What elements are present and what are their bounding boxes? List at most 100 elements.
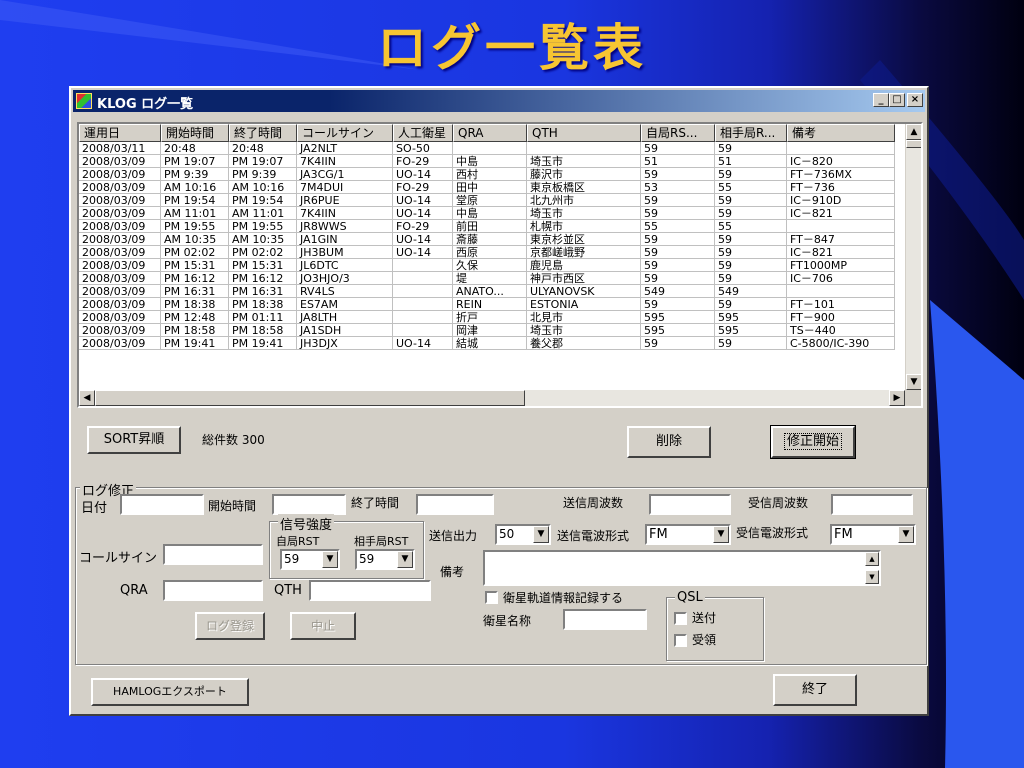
table-cell: PM 18:38 <box>161 298 229 311</box>
table-cell: PM 16:31 <box>161 285 229 298</box>
table-row[interactable]: 2008/03/09 PM 19:55 PM 19:55 JR8WWS FO-29 前田札… <box>79 220 895 233</box>
table-row[interactable]: 2008/03/09 PM 19:41 PM 19:41 JH3DJX UO-14 結城養… <box>79 337 895 350</box>
end-time-field[interactable] <box>416 494 494 515</box>
table-cell: 595 <box>641 324 715 337</box>
scroll-left-icon[interactable]: ◀ <box>79 390 95 406</box>
rx-freq-label: 受信周波数 <box>748 496 809 510</box>
start-time-field[interactable] <box>272 494 346 515</box>
table-row[interactable]: 2008/03/09 AM 10:35 AM 10:35 JA1GIN UO-14 斎藤東… <box>79 233 895 246</box>
my-rst-select[interactable]: 59 ▼ <box>280 549 340 570</box>
horizontal-scroll-thumb[interactable] <box>95 390 525 406</box>
table-cell: PM 01:11 <box>229 311 297 324</box>
chevron-down-icon[interactable]: ▼ <box>898 526 914 543</box>
table-cell: 53 <box>641 181 715 194</box>
sort-button[interactable]: SORT昇順 <box>87 426 181 454</box>
table-cell: 田中 <box>453 181 527 194</box>
table-row[interactable]: 2008/03/09 PM 19:07 PM 19:07 7K4IIN FO-29 中島埼… <box>79 155 895 168</box>
column-header[interactable]: 自局RS... <box>641 124 715 142</box>
exit-button[interactable]: 終了 <box>773 674 857 706</box>
log-register-button[interactable]: ログ登録 <box>195 612 265 640</box>
rx-mode-select[interactable]: FM ▼ <box>830 524 916 545</box>
scroll-down-icon[interactable]: ▼ <box>906 374 921 390</box>
horizontal-scrollbar[interactable]: ◀ ▶ <box>79 390 905 406</box>
satellite-record-checkbox[interactable] <box>485 591 498 604</box>
table-cell: IC－821 <box>787 246 895 259</box>
table-cell: 2008/03/09 <box>79 298 161 311</box>
table-row[interactable]: 2008/03/09 AM 10:16 AM 10:16 7M4DUI FO-29 田中東… <box>79 181 895 194</box>
log-list[interactable]: 運用日 開始時間 終了時間 コールサイン 人工衛星 QRA QTH 自局RS... 相手局R..… <box>77 122 923 408</box>
chevron-down-icon[interactable]: ▼ <box>397 551 413 568</box>
table-row[interactable]: 2008/03/09 PM 02:02 PM 02:02 JH3BUM UO-14 西原京… <box>79 246 895 259</box>
edit-start-button[interactable]: 修正開始 <box>770 425 856 459</box>
table-row[interactable]: 2008/03/09 PM 16:31 PM 16:31 RV4LS ANATO... U… <box>79 285 895 298</box>
qra-field[interactable] <box>163 580 263 601</box>
maximize-button[interactable]: □ <box>889 93 905 107</box>
date-field[interactable] <box>120 494 204 515</box>
table-cell <box>787 220 895 233</box>
scroll-thumb[interactable] <box>906 140 921 148</box>
column-header[interactable]: 運用日 <box>79 124 161 142</box>
tx-freq-field[interactable] <box>649 494 731 515</box>
scroll-right-icon[interactable]: ▶ <box>889 390 905 406</box>
table-cell: 2008/03/09 <box>79 181 161 194</box>
column-header[interactable]: 終了時間 <box>229 124 297 142</box>
slide-title: ログ一覧表 <box>377 19 647 77</box>
column-header[interactable]: QTH <box>527 124 641 142</box>
table-cell: PM 19:55 <box>161 220 229 233</box>
table-cell <box>393 285 453 298</box>
table-row[interactable]: 2008/03/09 AM 11:01 AM 11:01 7K4IIN UO-14 中島埼… <box>79 207 895 220</box>
scroll-up-icon[interactable]: ▲ <box>865 552 879 566</box>
table-row[interactable]: 2008/03/09 PM 18:38 PM 18:38 ES7AM REIN ESTON… <box>79 298 895 311</box>
chevron-down-icon[interactable]: ▼ <box>713 526 729 543</box>
column-header[interactable]: 備考 <box>787 124 895 142</box>
scroll-down-icon[interactable]: ▼ <box>865 570 879 584</box>
table-cell: ESTONIA <box>527 298 641 311</box>
table-row[interactable]: 2008/03/09 PM 15:31 PM 15:31 JL6DTC 久保 鹿児島 59 5… <box>79 259 895 272</box>
chevron-down-icon[interactable]: ▼ <box>322 551 338 568</box>
table-row[interactable]: 2008/03/09 PM 18:58 PM 18:58 JA1SDH 岡津 埼玉市 595… <box>79 324 895 337</box>
rx-mode-value: FM <box>834 527 853 542</box>
qsl-sent-checkbox[interactable] <box>674 612 687 625</box>
callsign-field[interactable] <box>163 544 263 565</box>
table-cell: JA1GIN <box>297 233 393 246</box>
qth-field[interactable] <box>309 580 431 601</box>
table-cell: PM 18:58 <box>161 324 229 337</box>
table-cell: 59 <box>715 337 787 350</box>
his-rst-select[interactable]: 59 ▼ <box>355 549 415 570</box>
table-row[interactable]: 2008/03/09 PM 9:39 PM 9:39 JA3CG/1 UO-14 西村 藤沢… <box>79 168 895 181</box>
table-row[interactable]: 2008/03/09 PM 19:54 PM 19:54 JR6PUE UO-14 堂原北… <box>79 194 895 207</box>
table-cell: C-5800/IC-390 <box>787 337 895 350</box>
scroll-up-icon[interactable]: ▲ <box>906 124 921 140</box>
table-cell: 堤 <box>453 272 527 285</box>
title-bar[interactable]: KLOG ログ一覧 _ □ × <box>73 90 925 112</box>
qsl-received-checkbox[interactable] <box>674 634 687 647</box>
table-row[interactable]: 2008/03/11 20:48 20:48 JA2NLT SO-50 59 59 <box>79 142 895 155</box>
remarks-field[interactable]: ▲ ▼ <box>483 550 881 586</box>
table-cell: JH3BUM <box>297 246 393 259</box>
table-cell: AM 10:16 <box>229 181 297 194</box>
minimize-button[interactable]: _ <box>873 93 889 107</box>
rx-freq-field[interactable] <box>831 494 913 515</box>
column-header[interactable]: 相手局R... <box>715 124 787 142</box>
table-row[interactable]: 2008/03/09 PM 12:48 PM 01:11 JA8LTH 折戸 北見市 595… <box>79 311 895 324</box>
table-cell: 20:48 <box>161 142 229 155</box>
column-header[interactable]: 開始時間 <box>161 124 229 142</box>
hamlog-export-button[interactable]: HAMLOGエクスポート <box>91 678 249 706</box>
chevron-down-icon[interactable]: ▼ <box>533 526 549 543</box>
table-cell: 鹿児島 <box>527 259 641 272</box>
table-cell: 東京板橋区 <box>527 181 641 194</box>
delete-button[interactable]: 削除 <box>627 426 711 458</box>
column-header[interactable]: コールサイン <box>297 124 393 142</box>
close-button[interactable]: × <box>907 93 923 107</box>
cancel-button[interactable]: 中止 <box>290 612 356 640</box>
table-cell: 55 <box>715 181 787 194</box>
satellite-name-field[interactable] <box>563 609 647 630</box>
table-cell: JR8WWS <box>297 220 393 233</box>
tx-mode-select[interactable]: FM ▼ <box>645 524 731 545</box>
tx-power-select[interactable]: 50 ▼ <box>495 524 551 545</box>
column-header[interactable]: QRA <box>453 124 527 142</box>
column-header[interactable]: 人工衛星 <box>393 124 453 142</box>
klog-window: KLOG ログ一覧 _ □ × 運用日 開始時間 終了時間 コールサイン 人工衛星 QRA… <box>69 86 929 716</box>
table-row[interactable]: 2008/03/09 PM 16:12 PM 16:12 JO3HJO/3 堤神戸市西区… <box>79 272 895 285</box>
vertical-scrollbar[interactable]: ▲ ▼ <box>905 124 921 390</box>
